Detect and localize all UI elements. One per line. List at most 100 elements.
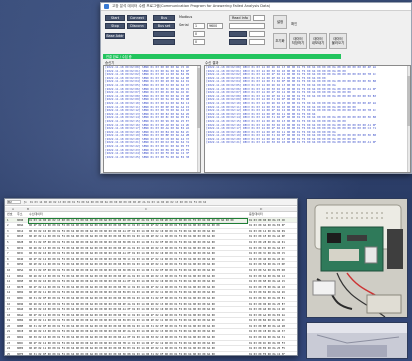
resp-data-cell[interactable]: 01 03 00 1E 00 0A A4 0E [249,234,297,239]
address-cell[interactable]: 0078 [17,285,29,290]
settings-button[interactable]: 설정 [273,15,287,29]
recv-data-cell[interactable]: 00 30 02 10 00 00 01 F4 00 64 00 00 00 0… [29,307,247,312]
address-cell[interactable]: 00F0 [17,352,29,355]
recv-data-cell[interactable]: 00 2D 02 13 00 00 01 F4 00 64 00 00 00 0… [29,246,247,251]
address-cell[interactable]: 00BE [17,324,29,329]
recv-data-cell[interactable]: 00 2F 02 12 00 00 01 F4 00 64 00 00 00 0… [29,223,247,228]
recv-data-cell[interactable]: 00 2E 02 11 00 00 01 F4 00 64 00 00 00 0… [29,318,247,323]
recv-data-cell[interactable]: 00 30 02 10 00 00 01 F4 00 64 00 00 00 0… [29,251,247,256]
address-cell[interactable]: 00B4 [17,318,29,323]
recv-data-cell[interactable]: 00 2E 02 11 00 00 01 F4 00 64 00 00 00 0… [29,290,247,295]
recv-data-cell[interactable]: 00 30 02 10 00 00 01 F4 00 64 00 00 00 0… [29,279,247,284]
formula-input[interactable]: 01 03 14 00 2D 02 13 00 00 01 F4 00 64 0… [30,201,206,204]
recv-data-cell[interactable]: 00 2F 02 12 00 00 01 F4 00 64 00 00 00 0… [29,341,247,346]
address-cell[interactable]: 000A [17,223,29,228]
address-cell[interactable]: 0014 [17,229,29,234]
address-cell[interactable]: 0050 [17,262,29,267]
row-number-cell[interactable]: 11 [7,274,17,279]
header-resp[interactable]: 응답데이터 [249,212,297,217]
resp-data-cell[interactable]: 01 03 00 E6 00 0A 25 F5 [249,346,297,351]
row-number-cell[interactable]: 25 [7,352,17,355]
resp-data-cell[interactable]: 01 03 00 6E 00 0A A4 15 [249,279,297,284]
recv-data-cell[interactable]: 00 2F 02 12 00 00 01 F4 00 64 00 00 00 0… [29,285,247,290]
bus-set-button[interactable]: Bus set [153,23,175,29]
recv-data-cell[interactable]: 00 31 02 0F 00 00 01 F4 00 64 00 00 00 0… [29,268,247,273]
stop-button[interactable]: Stop [105,23,125,29]
recv-data-cell[interactable]: 00 31 02 0F 00 00 01 F4 00 64 00 00 00 0… [29,240,247,245]
apply-button[interactable] [229,31,247,37]
resp-data-cell[interactable]: 01 03 00 C8 00 0A 44 37 [249,329,297,334]
resp-data-cell[interactable]: 01 03 00 78 00 0A 44 10 [249,285,297,290]
scroll-thumb[interactable] [197,68,200,128]
resp-data-cell[interactable]: 01 03 00 00 00 0A C5 CD [249,218,297,223]
address-cell[interactable]: 008C [17,296,29,301]
scroll-thumb[interactable] [407,76,410,126]
recv-data-cell[interactable]: 00 31 02 0F 00 00 01 F4 00 64 00 00 00 0… [29,296,247,301]
address-cell[interactable]: 0000 [17,218,29,223]
row-number-cell[interactable]: 8 [7,257,17,262]
read-info-button[interactable]: Read Info [229,15,251,21]
recv-log-pane[interactable]: [2022-11-18 09:02:00] RECV 01 03 14 00 2… [204,65,411,173]
recv-data-cell[interactable]: 00 2D 02 13 00 00 01 F4 00 64 00 00 00 0… [29,302,247,307]
info-field-3[interactable] [249,39,265,45]
recv-data-cell[interactable]: 00 2E 02 11 00 00 01 F4 00 64 00 00 00 0… [29,346,247,351]
address-cell[interactable]: 00AA [17,313,29,318]
address-cell[interactable]: 0032 [17,246,29,251]
address-cell[interactable]: 003C [17,251,29,256]
recv-log-scrollbar[interactable] [407,66,410,172]
resp-data-cell[interactable]: 01 03 00 5A 00 0A E5 D8 [249,268,297,273]
row-number-cell[interactable]: 21 [7,329,17,334]
row-number-cell[interactable]: 9 [7,262,17,267]
baud-field[interactable]: 9600 [207,23,223,29]
resp-data-cell[interactable]: 01 03 00 0A 00 0A E4 0F [249,223,297,228]
start-button[interactable]: Start [105,15,125,21]
send-log-scrollbar[interactable] [197,66,200,172]
resp-data-cell[interactable]: 01 03 00 BE 00 0A A4 2B [249,324,297,329]
row-number-cell[interactable]: 24 [7,346,17,351]
resp-data-cell[interactable]: 01 03 00 32 00 0A 64 07 [249,246,297,251]
resp-data-cell[interactable]: 01 03 00 82 00 0A 64 26 [249,290,297,295]
row-number-cell[interactable]: 23 [7,341,17,346]
bus-button[interactable]: Bus [153,15,175,21]
address-cell[interactable]: 00E6 [17,346,29,351]
address-cell[interactable]: 0096 [17,302,29,307]
bus-option-button-2[interactable] [153,39,175,45]
row-number-cell[interactable]: 14 [7,290,17,295]
address-cell[interactable]: 0046 [17,257,29,262]
address-cell[interactable]: 006E [17,279,29,284]
address-cell[interactable]: 00DC [17,341,29,346]
recv-data-cell[interactable]: 00 2D 02 13 00 00 01 F4 00 64 00 00 00 0… [29,274,247,279]
row-number-cell[interactable]: 18 [7,313,17,318]
address-cell[interactable]: 001E [17,234,29,239]
bus-option-button[interactable] [153,31,175,37]
row-number-cell[interactable]: 12 [7,279,17,284]
row-number-cell[interactable]: 10 [7,268,17,273]
recv-data-cell[interactable]: 00 2D 02 13 00 00 01 F4 00 64 00 00 00 0… [29,329,247,334]
export-data-button[interactable]: 데이터 내보내기 [309,33,327,49]
address-cell[interactable]: 005A [17,268,29,273]
header-addr[interactable]: 주소 [17,212,27,217]
info-field-2[interactable] [249,31,265,37]
name-box[interactable]: B2 [7,199,21,205]
recv-data-cell[interactable]: 01 03 14 00 2D 02 13 00 00 01 F4 00 64 0… [29,218,247,223]
resp-data-cell[interactable]: 01 03 00 46 00 0A A5 DC [249,257,297,262]
recv-data-cell[interactable]: 00 30 02 10 00 00 01 F4 00 64 00 00 00 0… [29,335,247,340]
resp-data-cell[interactable]: 01 03 00 A0 00 0A C4 2D [249,307,297,312]
resp-data-cell[interactable]: 01 03 00 28 00 0A 44 01 [249,240,297,245]
row-number-cell[interactable]: 3 [7,229,17,234]
row-number-cell[interactable]: 6 [7,246,17,251]
row-number-cell[interactable]: 22 [7,335,17,340]
row-number-cell[interactable]: 19 [7,318,17,323]
resp-data-cell[interactable]: 01 03 00 14 00 0A 84 09 [249,229,297,234]
resp-data-cell[interactable]: 01 03 00 DC 00 0A 05 F3 [249,341,297,346]
row-number-cell[interactable]: 2 [7,223,17,228]
row-number-cell[interactable]: 15 [7,296,17,301]
resp-data-cell[interactable]: 01 03 00 8C 00 0A 05 E1 [249,296,297,301]
recv-data-cell[interactable]: 00 31 02 0F 00 00 01 F4 00 64 00 00 00 0… [29,352,247,355]
resp-data-cell[interactable]: 01 03 00 AA 00 0A E4 2A [249,313,297,318]
apply-button-2[interactable] [229,39,247,45]
row-number-cell[interactable]: 13 [7,285,17,290]
recv-data-cell[interactable]: 00 2E 02 11 00 00 01 F4 00 64 00 00 00 0… [29,262,247,267]
read-info-field[interactable] [253,15,265,21]
info-field-1[interactable] [229,23,265,29]
